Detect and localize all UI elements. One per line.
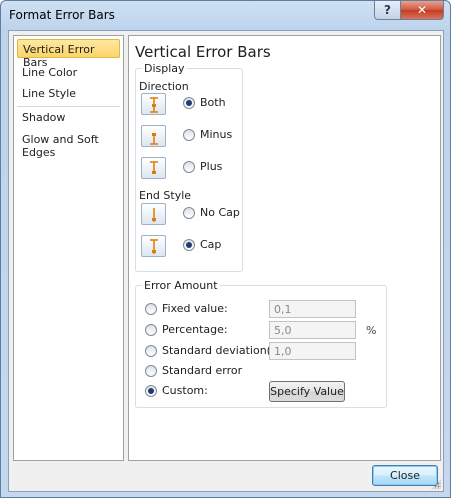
std-error-label[interactable]: Standard error xyxy=(162,364,242,377)
display-group: Display Direction Both Minus Plus End St… xyxy=(135,62,243,272)
category-nav: Vertical Error Bars Line Color Line Styl… xyxy=(13,35,124,461)
both-direction-icon[interactable] xyxy=(141,93,166,115)
settings-panel: Vertical Error Bars Display Direction Bo… xyxy=(128,35,441,461)
direction-plus-radio[interactable] xyxy=(183,161,195,173)
error-amount-group-label: Error Amount xyxy=(142,279,220,292)
direction-both-radio[interactable] xyxy=(183,97,195,109)
fixed-value-input[interactable]: 0,1 xyxy=(269,300,356,318)
nav-divider xyxy=(17,106,120,107)
percent-unit: % xyxy=(366,324,377,337)
custom-label[interactable]: Custom: xyxy=(162,384,208,397)
nav-item-shadow[interactable]: Shadow xyxy=(17,108,120,127)
panel-title: Vertical Error Bars xyxy=(135,43,271,61)
dialog-content: Vertical Error Bars Line Color Line Styl… xyxy=(8,30,444,492)
std-dev-radio[interactable] xyxy=(145,345,157,357)
direction-both-label[interactable]: Both xyxy=(200,96,226,109)
custom-radio[interactable] xyxy=(145,385,157,397)
percentage-label[interactable]: Percentage: xyxy=(162,323,228,336)
std-dev-label[interactable]: Standard deviation(s): xyxy=(162,344,285,357)
nav-item-vertical-error-bars[interactable]: Vertical Error Bars xyxy=(17,39,120,69)
fixed-value-label[interactable]: Fixed value: xyxy=(162,302,228,315)
error-amount-group: Error Amount Fixed value: 0,1 Percentage… xyxy=(135,279,387,408)
window-title: Format Error Bars xyxy=(9,8,115,22)
fixed-value-radio[interactable] xyxy=(145,303,157,315)
nav-item-line-color[interactable]: Line Color xyxy=(17,63,120,82)
minus-direction-icon[interactable] xyxy=(141,125,166,147)
end-style-no-cap-radio[interactable] xyxy=(183,207,195,219)
help-button[interactable]: ? xyxy=(374,1,401,20)
direction-plus-label[interactable]: Plus xyxy=(200,160,222,173)
specify-value-button[interactable]: Specify Value xyxy=(269,381,345,402)
dialog-window: Format Error Bars ? ✕ Vertical Error Bar… xyxy=(0,0,451,498)
end-style-label: End Style xyxy=(139,189,192,202)
nav-item-glow-soft-edges[interactable]: Glow and Soft Edges xyxy=(17,130,120,159)
no-cap-icon[interactable] xyxy=(141,203,166,225)
std-dev-input[interactable]: 1,0 xyxy=(269,342,356,360)
percentage-radio[interactable] xyxy=(145,324,157,336)
end-style-cap-radio[interactable] xyxy=(183,239,195,251)
direction-minus-radio[interactable] xyxy=(183,129,195,141)
window-close-button[interactable]: ✕ xyxy=(400,1,444,20)
cap-icon[interactable] xyxy=(141,235,166,257)
plus-direction-icon[interactable] xyxy=(141,157,166,179)
direction-minus-label[interactable]: Minus xyxy=(200,128,232,141)
end-style-cap-label[interactable]: Cap xyxy=(200,238,221,251)
title-bar: Format Error Bars ? ✕ xyxy=(1,1,450,29)
display-group-label: Display xyxy=(142,62,187,75)
close-button[interactable]: Close xyxy=(372,465,438,486)
std-error-radio[interactable] xyxy=(145,365,157,377)
nav-item-line-style[interactable]: Line Style xyxy=(17,84,120,103)
percentage-input[interactable]: 5,0 xyxy=(269,321,356,339)
direction-label: Direction xyxy=(139,80,189,93)
end-style-no-cap-label[interactable]: No Cap xyxy=(200,206,240,219)
